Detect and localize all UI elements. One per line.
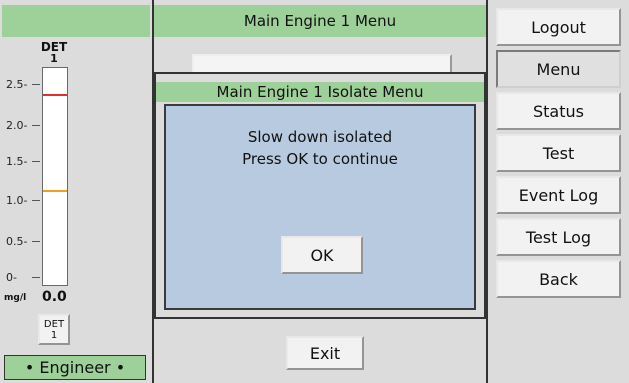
reading-value: 0.0 bbox=[42, 289, 67, 305]
status-button[interactable]: Status bbox=[496, 92, 621, 130]
back-button[interactable]: Back bbox=[496, 260, 621, 298]
isolate-dialog: Main Engine 1 Isolate Menu Slow down iso… bbox=[154, 72, 486, 319]
low-alarm-line bbox=[43, 190, 67, 192]
dialog-message-line1: Slow down isolated bbox=[247, 128, 393, 146]
test-button[interactable]: Test bbox=[496, 134, 621, 172]
unit-label: mg/l bbox=[4, 293, 27, 303]
axis-tick-0: 0- bbox=[6, 272, 40, 283]
navigation-panel: Logout Menu Status Test Event Log Test L… bbox=[488, 0, 629, 383]
test-log-button[interactable]: Test Log bbox=[496, 218, 621, 256]
detector-number: 1 bbox=[50, 52, 58, 65]
panel-header-bar bbox=[2, 5, 150, 37]
level-bar-gauge bbox=[42, 67, 68, 286]
ok-button[interactable]: OK bbox=[281, 236, 363, 274]
detector-button-line1: DET bbox=[43, 319, 65, 330]
exit-button[interactable]: Exit bbox=[286, 336, 364, 370]
axis-tick-2-5: 2.5- bbox=[6, 79, 40, 90]
menu-button[interactable]: Menu bbox=[496, 50, 621, 88]
detector-button-line2: 1 bbox=[50, 330, 58, 341]
detector-panel: DET 1 2.5- 2.0- 1.5- 1.0- 0.5- 0- mg/l 0… bbox=[0, 0, 152, 383]
axis-tick-2-0: 2.0- bbox=[6, 120, 40, 131]
axis-tick-0-5: 0.5- bbox=[6, 236, 40, 247]
main-menu-title: Main Engine 1 Menu bbox=[154, 5, 486, 37]
axis-tick-1-5: 1.5- bbox=[6, 156, 40, 167]
high-alarm-line bbox=[43, 94, 67, 96]
logout-button[interactable]: Logout bbox=[496, 8, 621, 46]
user-role-badge: • Engineer • bbox=[4, 355, 146, 380]
dialog-message-line2: Press OK to continue bbox=[242, 150, 398, 168]
event-log-button[interactable]: Event Log bbox=[496, 176, 621, 214]
axis-tick-1-0: 1.0- bbox=[6, 195, 40, 206]
dialog-message-box: Slow down isolated Press OK to continue … bbox=[164, 104, 476, 310]
detector-select-button[interactable]: DET 1 bbox=[38, 314, 70, 345]
dialog-title: Main Engine 1 Isolate Menu bbox=[156, 82, 484, 102]
